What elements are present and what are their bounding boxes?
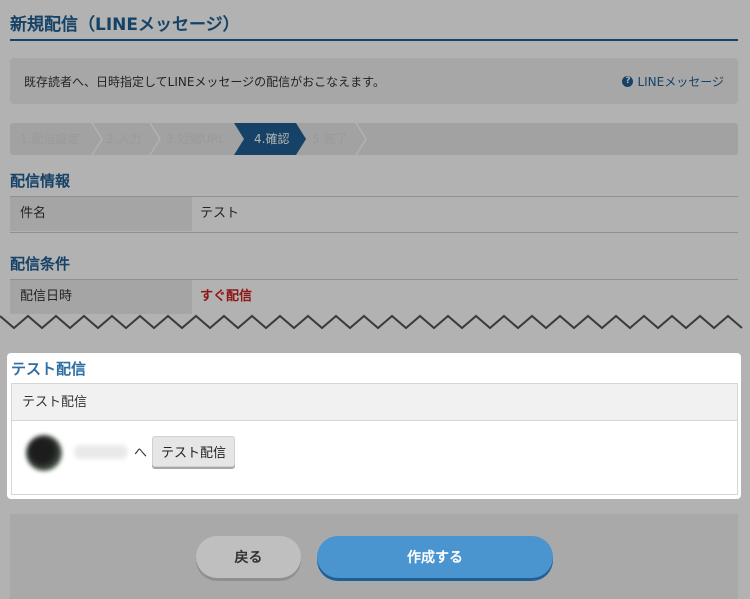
step-4: 4.確認 <box>254 132 290 146</box>
step-3: 3.短縮URL <box>166 132 226 146</box>
create-button[interactable]: 作成する <box>317 536 553 578</box>
section-heading-delivery-info: 配信情報 <box>10 172 71 190</box>
title-divider <box>10 39 738 41</box>
step-separator <box>355 123 367 155</box>
step-2: 2.入力 <box>106 132 142 146</box>
info-box: 既存読者へ、日時指定してLINEメッセージの配信がおこなえます。 ? LINEメ… <box>10 58 738 104</box>
help-link[interactable]: ? LINEメッセージ <box>622 73 724 90</box>
step-1: 1.配信設定 <box>20 132 80 146</box>
help-link-label[interactable]: LINEメッセージ <box>637 73 724 90</box>
delivery-datetime-value: すぐ配信 <box>200 289 253 304</box>
table-header: テスト配信 <box>12 384 737 421</box>
step-progress: 1.配信設定 2.入力 3.短縮URL 4.確認 5.完了 <box>10 123 738 155</box>
step-5: 5.完了 <box>312 132 348 146</box>
subject-value: テスト <box>200 206 240 221</box>
question-circle-icon: ? <box>622 75 634 87</box>
page: 新規配信（LINEメッセージ） 既存読者へ、日時指定してLINEメッセージの配信… <box>0 0 750 599</box>
info-description: 既存読者へ、日時指定してLINEメッセージの配信がおこなえます。 <box>24 74 385 89</box>
test-delivery-modal: テスト配信 テスト配信 へ テスト配信 <box>7 353 741 499</box>
recipient-name <box>74 445 128 459</box>
subject-label: 件名 <box>10 197 192 231</box>
table-row: へ テスト配信 <box>12 421 737 495</box>
avatar <box>26 435 62 471</box>
back-button[interactable]: 戻る <box>196 536 301 578</box>
table-border <box>10 232 738 233</box>
section-heading-delivery-conditions: 配信条件 <box>10 255 71 273</box>
recipient-suffix: へ <box>134 446 148 461</box>
torn-edge-divider <box>0 314 743 330</box>
page-title: 新規配信（LINEメッセージ） <box>10 15 240 35</box>
delivery-datetime-label: 配信日時 <box>10 280 192 314</box>
test-delivery-table: テスト配信 へ テスト配信 <box>11 383 738 495</box>
test-delivery-button[interactable]: テスト配信 <box>152 436 235 467</box>
modal-title: テスト配信 <box>11 360 87 378</box>
